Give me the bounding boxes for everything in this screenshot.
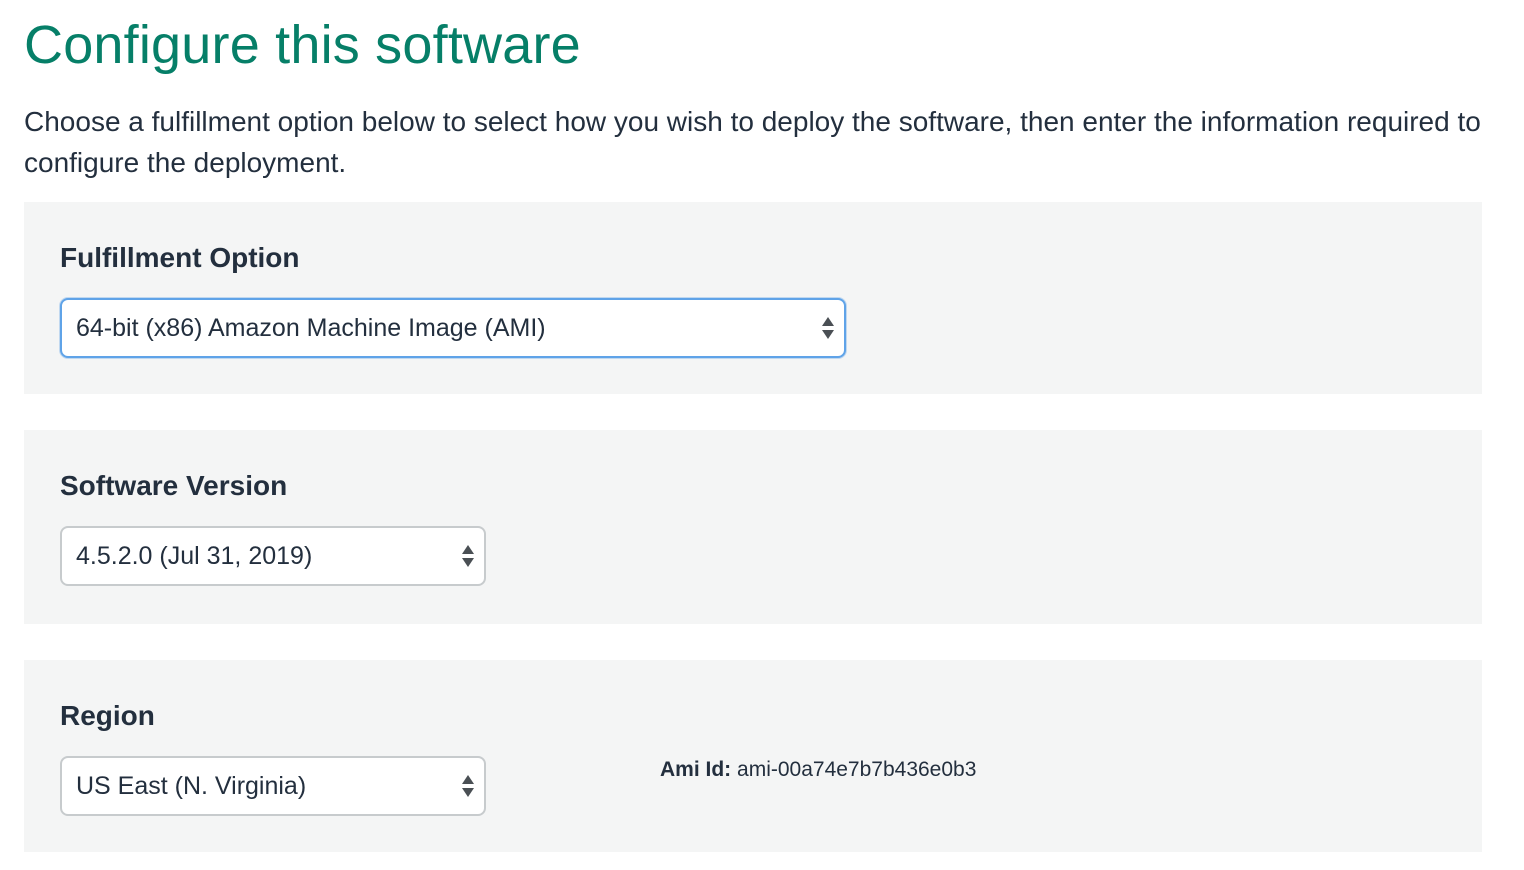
up-down-arrows-icon	[460, 541, 476, 571]
fulfillment-option-value: 64-bit (x86) Amazon Machine Image (AMI)	[76, 314, 546, 342]
region-label: Region	[60, 700, 155, 731]
software-version-panel: Software Version 4.5.2.0 (Jul 31, 2019)	[24, 430, 1482, 624]
ami-id-value: ami-00a74e7b7b436e0b3	[737, 758, 977, 781]
fulfillment-option-select[interactable]: 64-bit (x86) Amazon Machine Image (AMI)	[60, 298, 846, 358]
software-version-select[interactable]: 4.5.2.0 (Jul 31, 2019)	[60, 526, 486, 586]
software-version-label: Software Version	[60, 470, 288, 501]
configure-software-page: Configure this software Choose a fulfill…	[0, 0, 1524, 870]
up-down-arrows-icon	[460, 771, 476, 801]
page-title: Configure this software	[24, 15, 581, 75]
software-version-value: 4.5.2.0 (Jul 31, 2019)	[76, 542, 313, 570]
intro-text: Choose a fulfillment option below to sel…	[24, 106, 1481, 178]
up-down-arrows-icon	[820, 313, 836, 343]
region-value: US East (N. Virginia)	[76, 772, 307, 800]
fulfillment-option-label: Fulfillment Option	[60, 242, 300, 273]
ami-id-info: Ami Id: ami-00a74e7b7b436e0b3	[660, 758, 976, 782]
ami-id-label: Ami Id:	[660, 758, 732, 781]
region-select[interactable]: US East (N. Virginia)	[60, 756, 486, 816]
fulfillment-option-panel: Fulfillment Option 64-bit (x86) Amazon M…	[24, 202, 1482, 394]
region-panel: Region US East (N. Virginia) Ami Id: ami…	[24, 660, 1482, 852]
